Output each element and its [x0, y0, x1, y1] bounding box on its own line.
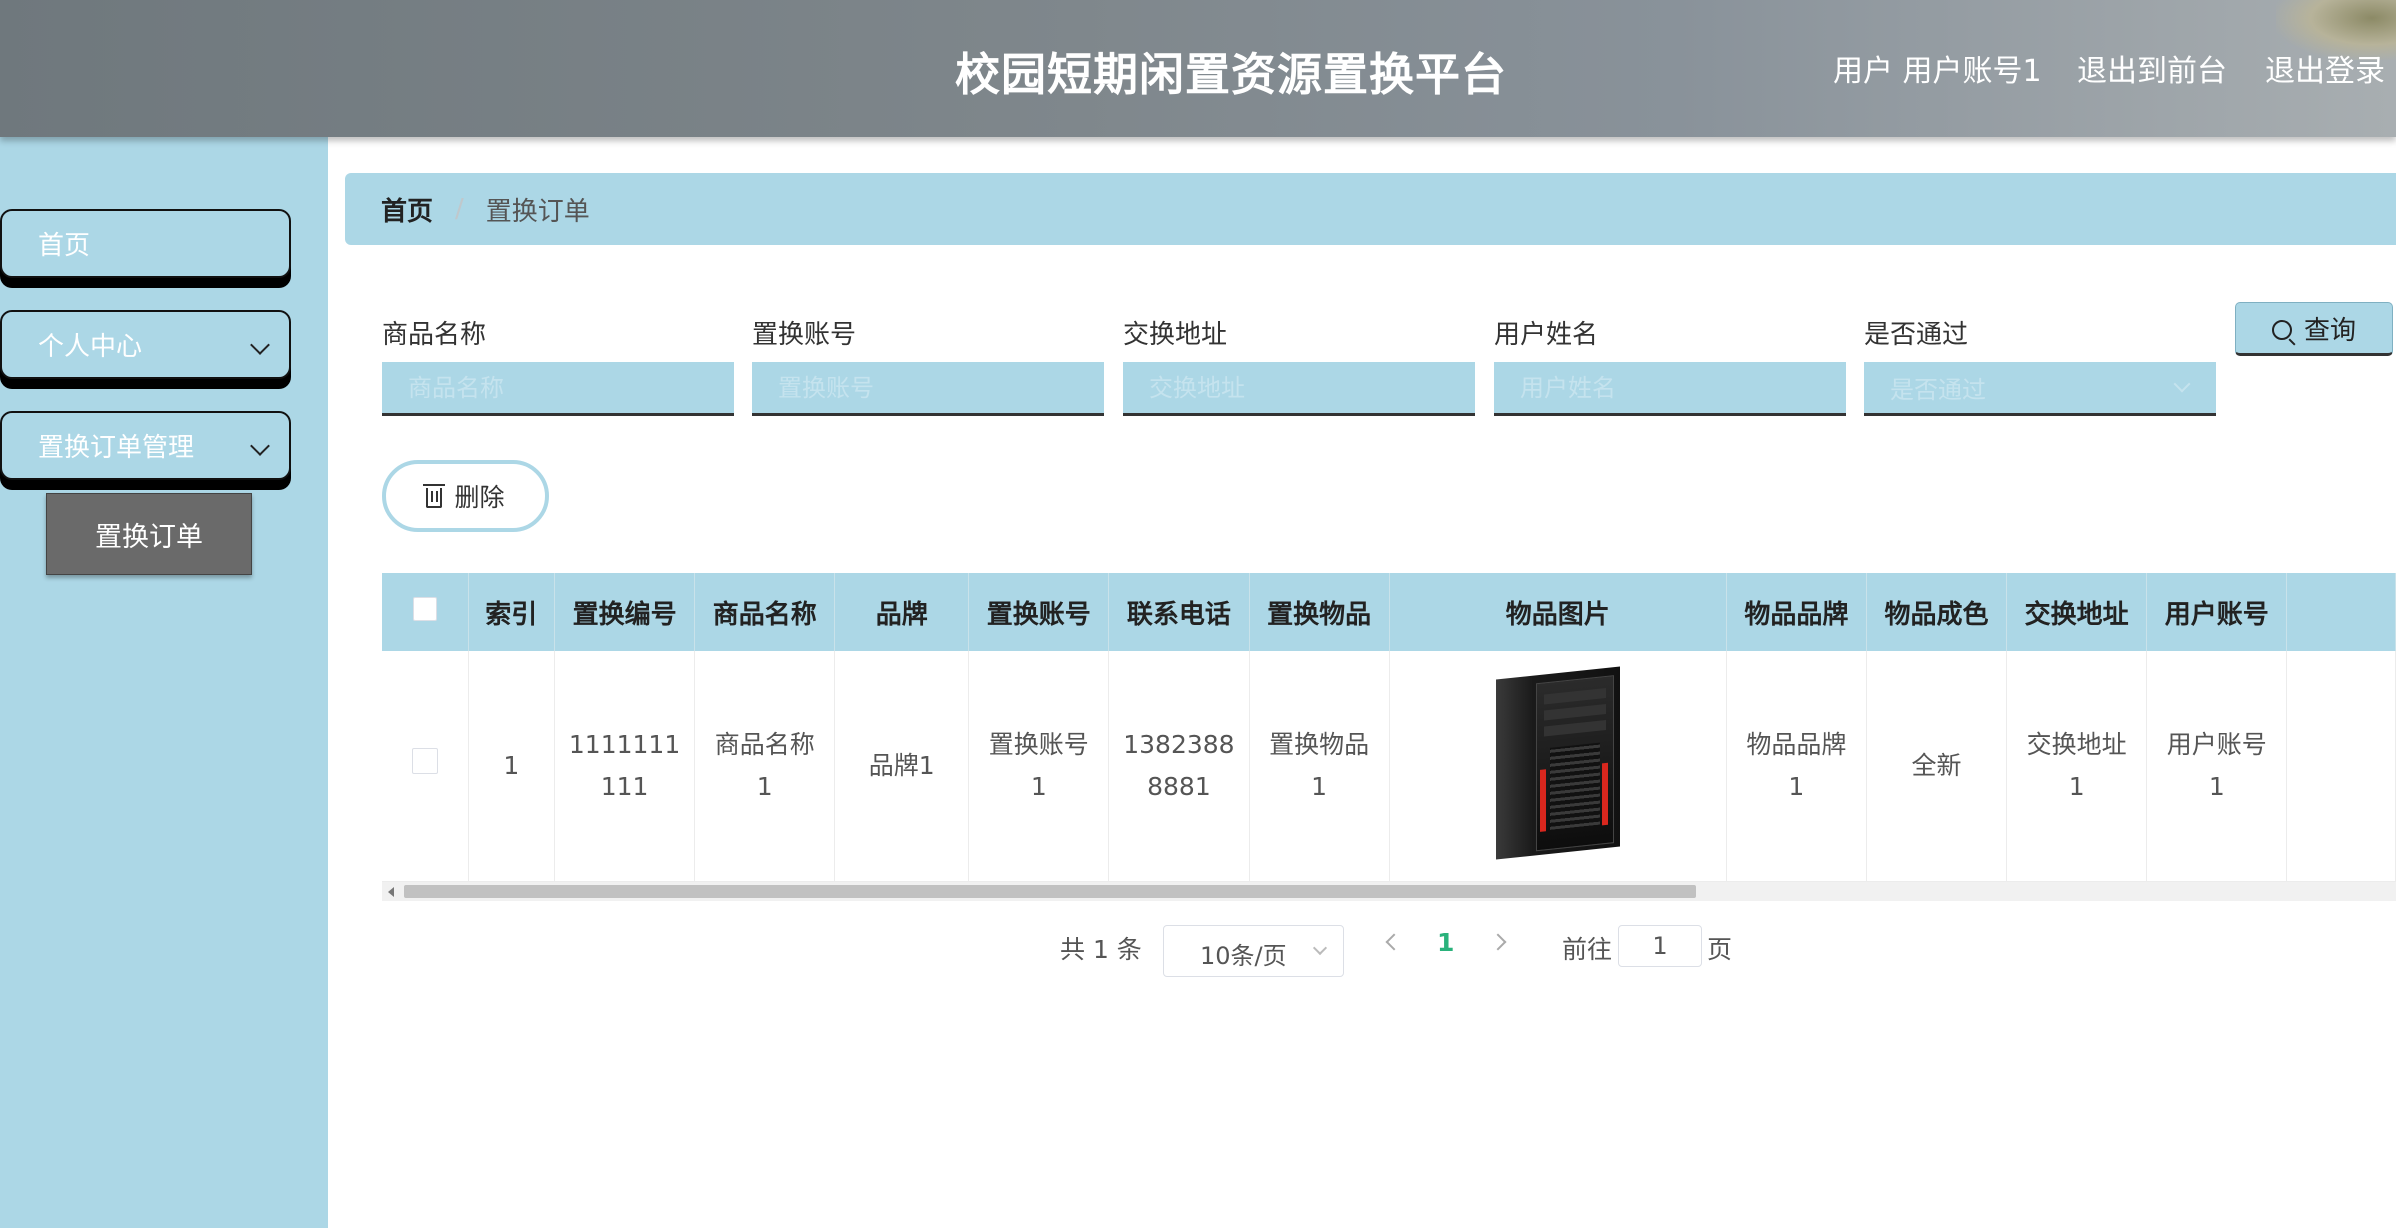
search-button[interactable]: 查询 — [2235, 302, 2393, 356]
pc-case-stripe — [1539, 769, 1546, 833]
chevron-down-icon — [250, 436, 270, 456]
page-size-value: 10条/页 — [1200, 942, 1287, 970]
column-header: 物品成色 — [1866, 573, 2008, 651]
cell-item-brand: 物品品牌1 — [1726, 651, 1867, 882]
search-button-label: 查询 — [2303, 315, 2356, 346]
orders-table-container: 索引 置换编号 商品名称 品牌 置换账号 联系电话 置换物品 物品图片 物品品牌… — [382, 573, 2396, 901]
top-header: 校园短期闲置资源置换平台 用户 用户账号1 退出到前台 退出登录 — [0, 0, 2396, 137]
column-header: 置换账号 — [968, 573, 1110, 651]
cell-exchange-address: 交换地址1 — [2006, 651, 2148, 882]
cell-condition: 全新 — [1866, 651, 2008, 882]
sidebar-item-label: 个人中心 — [38, 332, 143, 362]
exchange-account-label: 置换账号 — [752, 320, 857, 350]
page-unit-label: 页 — [1707, 935, 1733, 964]
current-user-label: 用户 用户账号1 — [1833, 54, 2042, 89]
exchange-address-input[interactable] — [1123, 362, 1475, 416]
column-header: 置换物品 — [1249, 573, 1390, 651]
sidebar-item-personal-center[interactable]: 个人中心 — [0, 310, 291, 379]
cell-exchange-account: 置换账号1 — [968, 651, 1110, 882]
cell-brand: 品牌1 — [834, 651, 970, 882]
cell-phone: 13823888881 — [1108, 651, 1250, 882]
column-header: 联系电话 — [1108, 573, 1250, 651]
search-icon — [2271, 320, 2292, 340]
column-header: 物品品牌 — [1726, 573, 1867, 651]
pc-case-grille — [1549, 742, 1600, 831]
product-name-label: 商品名称 — [382, 320, 487, 350]
scrollbar-thumb[interactable] — [404, 885, 1696, 898]
column-header: 置换编号 — [554, 573, 696, 651]
select-all-header — [382, 573, 469, 651]
exit-to-frontend-link[interactable]: 退出到前台 — [2077, 46, 2227, 90]
column-header: 用户账号 — [2146, 573, 2288, 651]
sidebar-item-home[interactable]: 首页 — [0, 209, 291, 278]
next-page-icon[interactable] — [1489, 933, 1507, 951]
prev-page-icon[interactable] — [1385, 933, 1403, 951]
orders-table: 索引 置换编号 商品名称 品牌 置换账号 联系电话 置换物品 物品图片 物品品牌… — [382, 573, 2396, 882]
breadcrumb: 首页 / 置换订单 — [345, 173, 2396, 245]
table-horizontal-scrollbar[interactable] — [382, 882, 2396, 901]
column-header: 商品名称 — [694, 573, 836, 651]
column-header: 物品图片 — [1389, 573, 1727, 651]
delete-button-label: 删除 — [454, 483, 505, 512]
sidebar-item-order-management[interactable]: 置换订单管理 — [0, 411, 291, 480]
column-header: 索引 — [468, 573, 556, 651]
page-size-select[interactable]: 10条/页 — [1163, 925, 1344, 977]
chevron-down-icon — [1312, 940, 1328, 956]
sidebar: 首页 个人中心 置换订单管理 — [0, 137, 328, 1228]
pc-tower-image[interactable] — [1495, 666, 1620, 860]
sidebar-item-label: 置换订单管理 — [38, 433, 195, 463]
cell-index: 1 — [468, 651, 556, 882]
approved-select[interactable]: 是否通过 — [1864, 362, 2216, 416]
chevron-down-icon — [250, 335, 270, 355]
sidebar-item-label: 首页 — [38, 231, 91, 261]
select-all-checkbox[interactable] — [412, 596, 437, 621]
user-name-input[interactable] — [1494, 362, 1846, 416]
column-header-overflow — [2286, 573, 2396, 651]
chevron-down-icon — [2173, 375, 2191, 393]
breadcrumb-current: 置换订单 — [485, 196, 590, 227]
goto-label: 前往 — [1562, 935, 1613, 964]
exchange-account-input[interactable] — [752, 362, 1104, 416]
breadcrumb-separator: / — [455, 194, 464, 224]
cell-user-account: 用户账号1 — [2146, 651, 2288, 882]
column-header: 交换地址 — [2006, 573, 2148, 651]
table-header-row: 索引 置换编号 商品名称 品牌 置换账号 联系电话 置换物品 物品图片 物品品牌… — [382, 573, 2396, 651]
trash-icon — [423, 484, 446, 508]
product-name-input[interactable] — [382, 362, 734, 416]
row-checkbox[interactable] — [411, 747, 438, 774]
table-row[interactable]: 1 1111111111 商品名称1 品牌1 置换账号1 13823888881… — [382, 651, 2396, 882]
scroll-left-arrow-icon[interactable] — [388, 887, 394, 897]
cell-item-image — [1389, 651, 1727, 882]
cell-overflow — [2286, 651, 2396, 882]
pc-case-stripe — [1601, 762, 1608, 826]
cell-exchange-item: 置换物品1 — [1249, 651, 1390, 882]
delete-button[interactable]: 删除 — [382, 460, 549, 532]
cell-exchange-no: 1111111111 — [554, 651, 696, 882]
approved-select-placeholder: 是否通过 — [1890, 376, 1986, 404]
logout-link[interactable]: 退出登录 — [2265, 46, 2385, 90]
row-select-cell — [382, 651, 469, 882]
user-name-label: 用户姓名 — [1494, 320, 1599, 350]
exchange-address-label: 交换地址 — [1123, 320, 1228, 350]
breadcrumb-home[interactable]: 首页 — [381, 191, 433, 228]
goto-page-input[interactable] — [1618, 925, 1702, 967]
column-header: 品牌 — [834, 573, 970, 651]
approved-label: 是否通过 — [1864, 320, 1969, 350]
cell-product-name: 商品名称1 — [694, 651, 836, 882]
site-title: 校园短期闲置资源置换平台 — [955, 48, 1508, 101]
submenu-item-exchange-orders[interactable]: 置换订单 — [46, 493, 252, 575]
page-number-current[interactable]: 1 — [1437, 928, 1454, 957]
pagination-total: 共 1 条 — [1060, 935, 1142, 964]
